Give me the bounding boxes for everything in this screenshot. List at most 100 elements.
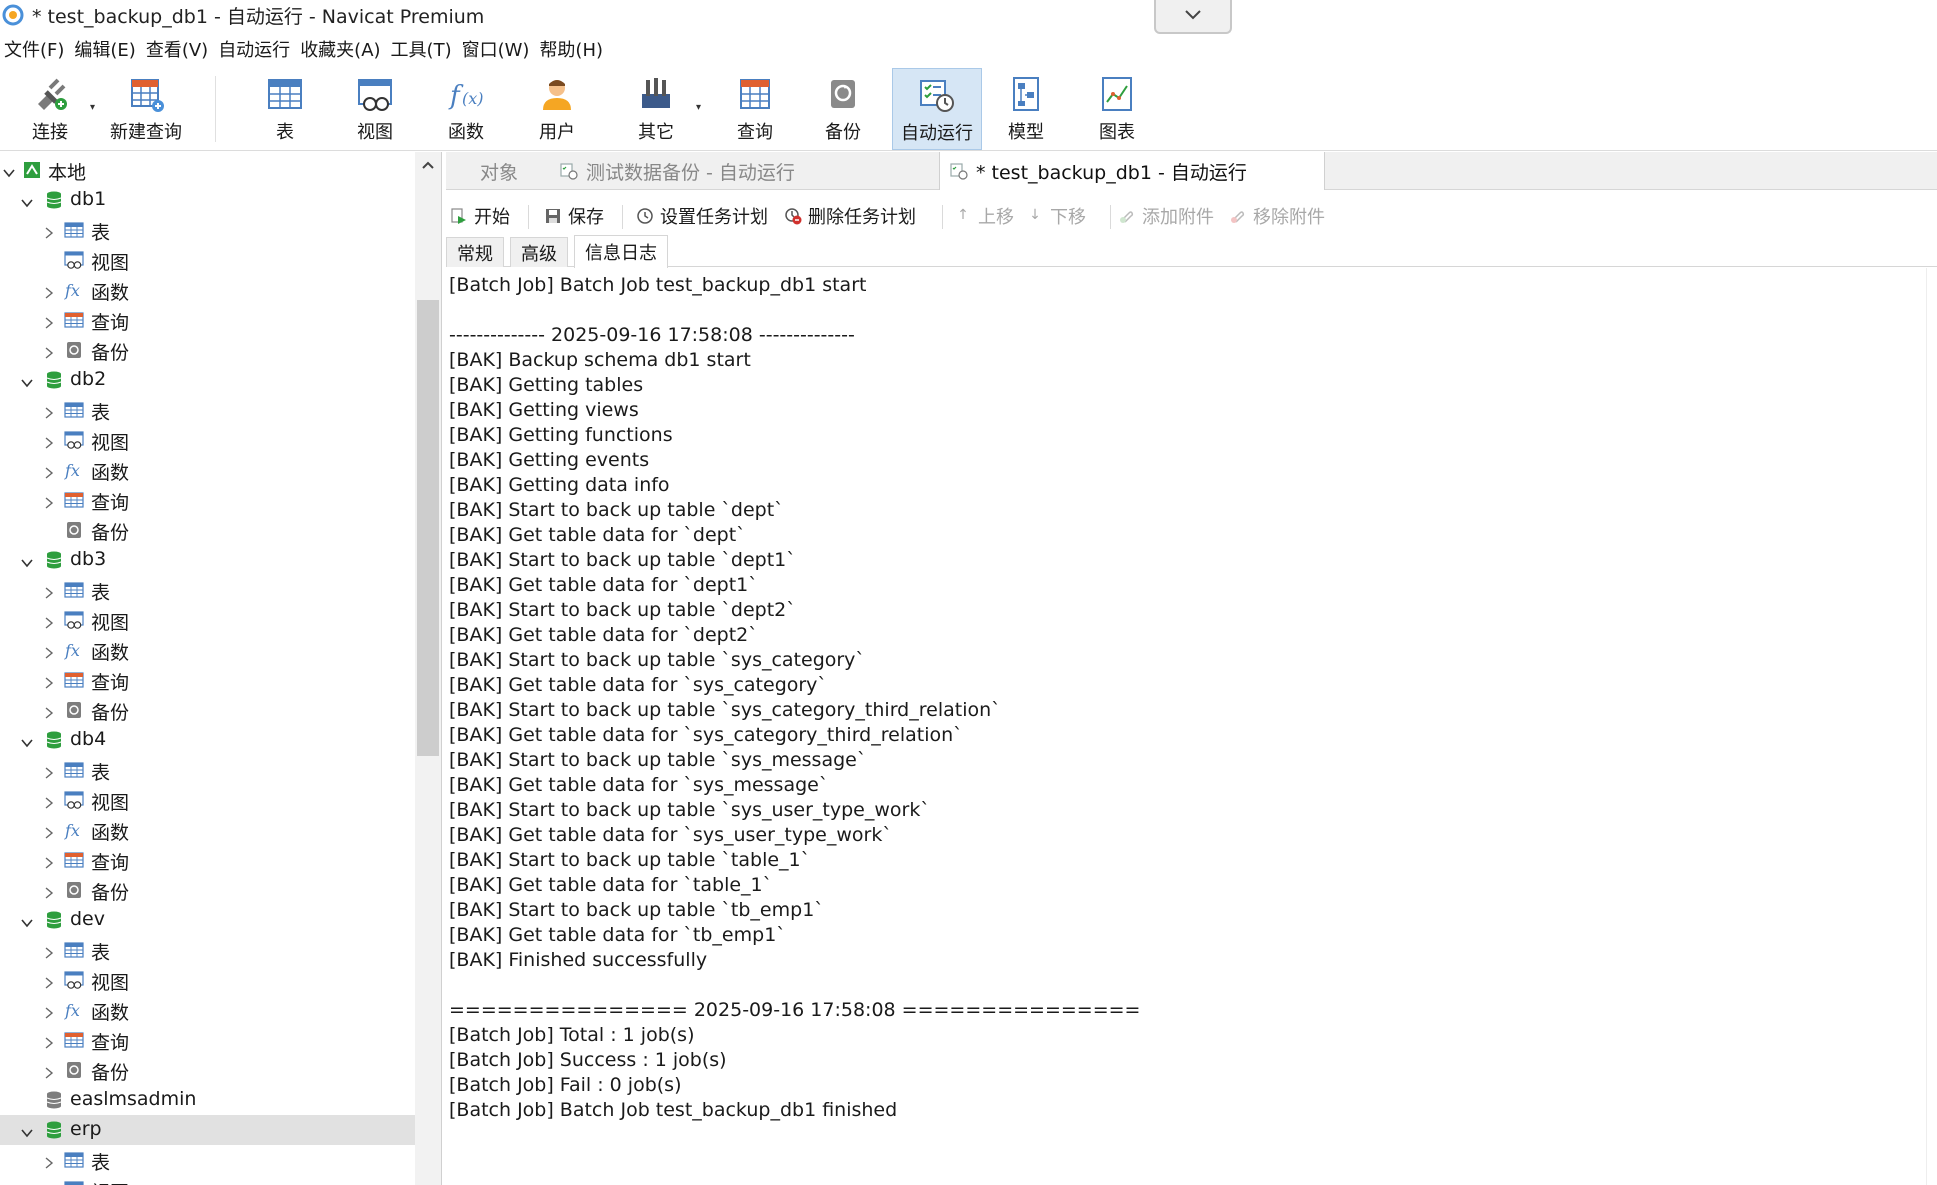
tree-item-backup[interactable]: 备份 [0,695,415,725]
subtab-general[interactable]: 常规 [446,237,504,267]
other-button[interactable]: 其它 [631,68,681,150]
log-scrollbar[interactable] [1926,268,1937,1185]
tree-item-query[interactable]: 查询 [0,485,415,515]
tree-item-query[interactable]: 查询 [0,665,415,695]
tree-item-table[interactable]: 表 [0,395,415,425]
chevron-right-icon[interactable] [42,643,56,659]
chevron-right-icon[interactable] [42,1033,56,1049]
start-button[interactable]: 开始 [450,201,510,231]
tree-item-function[interactable]: fx 函数 [0,815,415,845]
move-up-button[interactable]: ↑ 上移 [954,201,1014,231]
tree-item-query[interactable]: 查询 [0,1025,415,1055]
tab-test-data-backup[interactable]: 测试数据备份 - 自动运行 [552,152,857,190]
chevron-right-icon[interactable] [42,463,56,479]
subtab-message-log[interactable]: 信息日志 [574,235,668,268]
chevron-down-icon[interactable] [20,193,34,208]
tree-item-db[interactable]: dev [0,905,415,935]
sidebar-divider[interactable] [441,152,442,1185]
chevron-right-icon[interactable] [42,1063,56,1079]
tab-test-backup-db1[interactable]: * test_backup_db1 - 自动运行 [939,152,1325,190]
tree-item-backup[interactable]: 备份 [0,335,415,365]
collapse-ribbon-button[interactable] [1154,0,1232,34]
tree-item-table[interactable]: 表 [0,1145,415,1175]
tree-item-table[interactable]: 表 [0,935,415,965]
remove-attachment-button[interactable]: 移除附件 [1229,201,1325,231]
chevron-right-icon[interactable] [42,973,56,989]
move-down-button[interactable]: ↓ 下移 [1026,201,1086,231]
chevron-right-icon[interactable] [42,1003,56,1019]
menu-automation[interactable]: 自动运行 [214,36,296,62]
automation-button[interactable]: 自动运行 [892,68,982,150]
tree-item-view[interactable]: 视图 [0,965,415,995]
scroll-up-icon[interactable] [421,160,435,170]
chevron-down-icon[interactable] [20,733,34,748]
menu-tools[interactable]: 工具(T) [387,36,458,62]
chevron-down-icon[interactable] [20,373,34,388]
message-log[interactable]: [Batch Job] Batch Job test_backup_db1 st… [446,268,1926,1185]
save-button[interactable]: 保存 [544,201,604,231]
chevron-right-icon[interactable] [42,703,56,719]
backup-button[interactable]: 备份 [818,68,868,150]
view-button[interactable]: 视图 [350,68,400,150]
tab-objects[interactable]: 对象 [446,152,552,190]
tree-item-db[interactable]: erp [0,1115,415,1145]
tree-item-table[interactable]: 表 [0,215,415,245]
add-attachment-button[interactable]: 添加附件 [1118,201,1214,231]
chevron-down-icon[interactable] [2,163,16,178]
tree-item-view[interactable]: 视图 [0,605,415,635]
model-button[interactable]: 模型 [1001,68,1051,150]
user-button[interactable]: 用户 [532,68,582,150]
tree-item-db[interactable]: db3 [0,545,415,575]
tree-item-table[interactable]: 表 [0,575,415,605]
chevron-right-icon[interactable] [42,883,56,899]
chevron-right-icon[interactable] [42,403,56,419]
tree-item-view[interactable]: 视图 [0,245,415,275]
chevron-right-icon[interactable] [42,313,56,329]
tree-item-function[interactable]: fx 函数 [0,995,415,1025]
chevron-right-icon[interactable] [42,763,56,779]
chevron-right-icon[interactable] [42,673,56,689]
tree-item-view[interactable]: 视图 [0,425,415,455]
query-button[interactable]: 查询 [730,68,780,150]
tree-item-query[interactable]: 查询 [0,305,415,335]
table-button[interactable]: 表 [260,68,310,150]
tree-item-db[interactable]: db1 [0,185,415,215]
connect-button[interactable]: 连接 [20,68,80,150]
delete-schedule-button[interactable]: 删除任务计划 [784,201,916,231]
new-query-button[interactable]: 新建查询 [106,68,186,150]
chevron-right-icon[interactable] [42,793,56,809]
chevron-down-icon[interactable] [20,913,34,928]
menu-edit[interactable]: 编辑(E) [70,36,141,62]
tree-item-backup[interactable]: 备份 [0,875,415,905]
tree-item-query[interactable]: 查询 [0,845,415,875]
tree-item-db[interactable]: db2 [0,365,415,395]
sidebar-scrollbar-thumb[interactable] [417,300,439,756]
tree-item-db-closed[interactable]: easlmsadmin [0,1085,415,1115]
chevron-right-icon[interactable] [42,583,56,599]
menu-file[interactable]: 文件(F) [0,36,70,62]
tree-item-function[interactable]: fx 函数 [0,455,415,485]
tree-item-function[interactable]: fx 函数 [0,275,415,305]
tree-item-view[interactable]: 视图 [0,785,415,815]
tree-item-db[interactable]: db4 [0,725,415,755]
other-dropdown-icon[interactable]: ▾ [696,102,701,113]
tree-item-function[interactable]: fx 函数 [0,635,415,665]
tree-item-view[interactable]: 视图 [0,1175,415,1185]
chevron-down-icon[interactable] [20,1123,34,1138]
chevron-right-icon[interactable] [42,823,56,839]
connect-dropdown-icon[interactable]: ▾ [90,102,95,113]
chevron-right-icon[interactable] [42,283,56,299]
set-schedule-button[interactable]: 设置任务计划 [636,201,768,231]
tree-item-backup[interactable]: 备份 [0,1055,415,1085]
chevron-right-icon[interactable] [42,1153,56,1169]
menu-window[interactable]: 窗口(W) [458,36,536,62]
function-button[interactable]: f (x) 函数 [441,68,491,150]
menu-help[interactable]: 帮助(H) [535,36,609,62]
tree-item-table[interactable]: 表 [0,755,415,785]
chevron-right-icon[interactable] [42,343,56,359]
chevron-down-icon[interactable] [20,553,34,568]
subtab-advanced[interactable]: 高级 [510,237,568,267]
chevron-right-icon[interactable] [42,433,56,449]
chevron-right-icon[interactable] [42,493,56,509]
chevron-right-icon[interactable] [42,223,56,239]
